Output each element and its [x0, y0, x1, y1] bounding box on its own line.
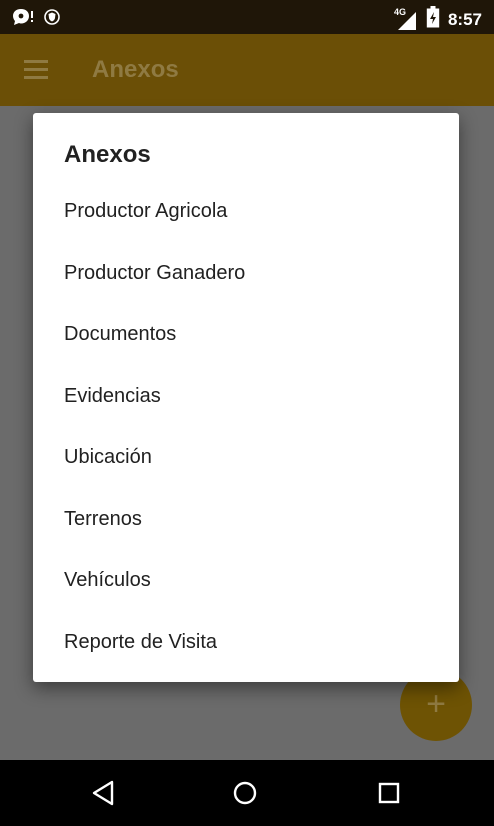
- dialog-item-evidencias[interactable]: Evidencias: [33, 373, 459, 435]
- navigation-bar: [0, 760, 494, 826]
- plus-icon: +: [426, 685, 446, 723]
- screen: 4G 8:57 Anexos + Anexos Productor Agrico…: [0, 0, 494, 826]
- dialog-item-productor-ganadero[interactable]: Productor Ganadero: [33, 250, 459, 312]
- dialog-item-documentos[interactable]: Documentos: [33, 311, 459, 373]
- dialog-list: Productor Agricola Productor Ganadero Do…: [33, 188, 459, 680]
- dialog-item-productor-agricola[interactable]: Productor Agricola: [33, 188, 459, 250]
- status-bar: 4G 8:57: [0, 0, 494, 34]
- dialog-item-vehiculos[interactable]: Vehículos: [33, 557, 459, 619]
- dialog-item-reporte-de-visita[interactable]: Reporte de Visita: [33, 619, 459, 681]
- shield-icon: [44, 9, 60, 30]
- status-left-icons: [12, 8, 60, 31]
- battery-charging-icon: [426, 6, 440, 33]
- dialog-title: Anexos: [64, 141, 151, 168]
- menu-icon[interactable]: [24, 60, 48, 80]
- signal-icon: 4G: [394, 7, 418, 31]
- dialog-item-ubicacion[interactable]: Ubicación: [33, 434, 459, 496]
- anexos-dialog: Anexos Productor Agricola Productor Gana…: [33, 113, 459, 682]
- chat-notification-icon: [12, 8, 34, 31]
- back-icon[interactable]: [88, 777, 120, 809]
- status-time: 8:57: [447, 9, 482, 29]
- recents-icon[interactable]: [373, 777, 405, 809]
- dialog-item-terrenos[interactable]: Terrenos: [33, 496, 459, 558]
- status-right-icons: 4G 8:57: [394, 6, 482, 33]
- home-icon[interactable]: [229, 777, 261, 809]
- app-bar-title: Anexos: [92, 56, 179, 83]
- app-bar: Anexos: [0, 34, 494, 106]
